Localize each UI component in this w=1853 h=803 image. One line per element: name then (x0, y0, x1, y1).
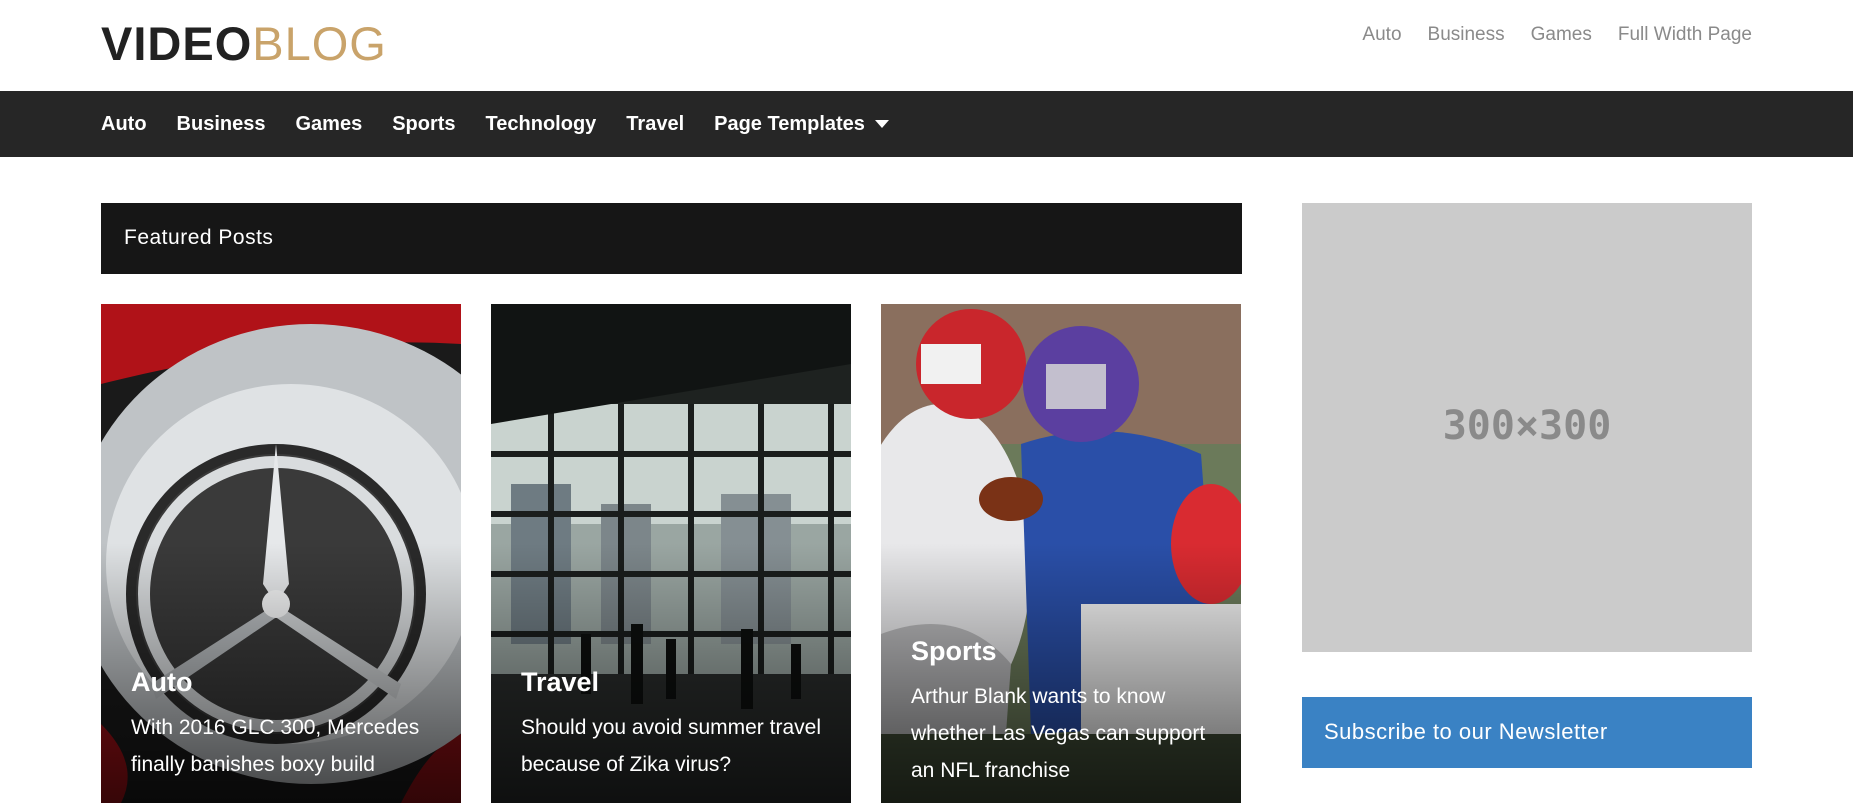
top-menu-business[interactable]: Business (1428, 24, 1505, 46)
nav-item-auto[interactable]: Auto (101, 113, 147, 136)
nav-item-travel[interactable]: Travel (626, 113, 684, 136)
top-menu: Auto Business Games Full Width Page (1362, 24, 1752, 46)
featured-post-sports[interactable]: Sports Arthur Blank wants to know whethe… (881, 304, 1241, 803)
travel-post-category[interactable]: Travel (521, 667, 599, 698)
ad-placeholder[interactable]: 300×300 (1302, 203, 1752, 652)
nav-item-page-templates[interactable]: Page Templates (714, 113, 889, 136)
site-logo[interactable]: VIDEOBLOG (101, 18, 387, 70)
nav-item-business[interactable]: Business (177, 113, 266, 136)
main-navigation: Auto Business Games Sports Technology Tr… (0, 91, 1853, 157)
newsletter-title: Subscribe to our Newsletter (1324, 719, 1608, 744)
newsletter-widget-header: Subscribe to our Newsletter (1302, 697, 1752, 768)
sports-post-category[interactable]: Sports (911, 636, 997, 667)
logo-part-blog: BLOG (252, 17, 387, 70)
featured-posts-title: Featured Posts (124, 226, 274, 249)
logo-part-video: VIDEO (101, 17, 253, 70)
featured-post-auto[interactable]: Auto With 2016 GLC 300, Mercedes finally… (101, 304, 461, 803)
featured-posts-header: Featured Posts (101, 203, 1242, 274)
nav-item-sports[interactable]: Sports (392, 113, 455, 136)
travel-post-title[interactable]: Should you avoid summer travel because o… (521, 709, 821, 783)
nav-item-technology[interactable]: Technology (486, 113, 597, 136)
site-header: VIDEOBLOG Auto Business Games Full Width… (0, 0, 1853, 91)
nav-item-page-templates-label: Page Templates (714, 112, 865, 135)
auto-post-category[interactable]: Auto (131, 667, 192, 698)
top-menu-games[interactable]: Games (1531, 24, 1592, 46)
ad-size-label: 300×300 (1442, 403, 1612, 449)
caret-down-icon (874, 120, 889, 128)
featured-post-travel[interactable]: Travel Should you avoid summer travel be… (491, 304, 851, 803)
nav-item-games[interactable]: Games (295, 113, 362, 136)
top-menu-auto[interactable]: Auto (1362, 24, 1401, 46)
sports-post-title[interactable]: Arthur Blank wants to know whether Las V… (911, 678, 1211, 789)
auto-post-title[interactable]: With 2016 GLC 300, Mercedes finally bani… (131, 709, 431, 783)
top-menu-full-width-page[interactable]: Full Width Page (1618, 24, 1752, 46)
